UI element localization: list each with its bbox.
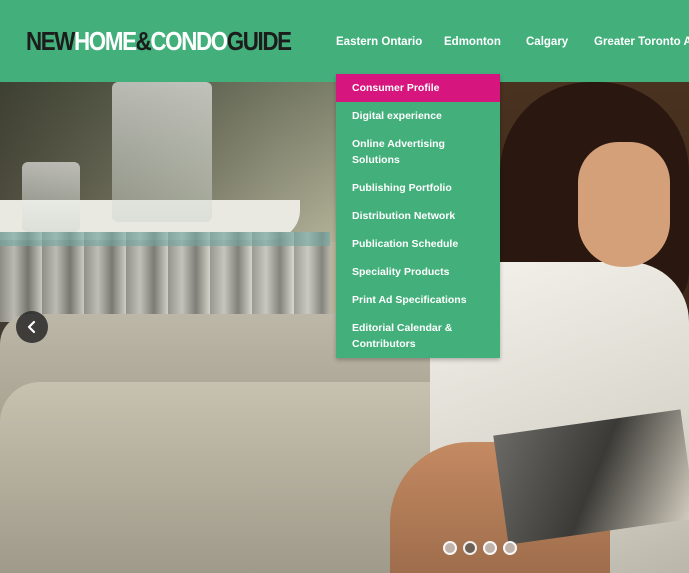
site-header: NEWHOME&CONDOGUIDE Eastern Ontario Edmon… (0, 0, 689, 82)
slider-prev-button[interactable] (16, 311, 48, 343)
dropdown-item-online-advertising[interactable]: Online Advertising Solutions (336, 136, 500, 168)
hero-table-top (0, 232, 330, 246)
hero-glass (22, 162, 80, 232)
dropdown-item-speciality-products[interactable]: Speciality Products (336, 264, 500, 284)
nav-item-calgary[interactable]: Calgary (526, 35, 568, 49)
dropdown-item-publication-schedule[interactable]: Publication Schedule (336, 236, 500, 256)
slider-dots (443, 541, 517, 555)
dropdown-item-publishing-portfolio[interactable]: Publishing Portfolio (336, 180, 500, 200)
dropdown-item-digital-experience[interactable]: Digital experience (336, 108, 500, 128)
slider-dot-1[interactable] (443, 541, 457, 555)
dropdown-item-consumer-profile[interactable]: Consumer Profile (336, 74, 500, 102)
hero-pitcher (112, 82, 212, 222)
main-nav: Eastern Ontario Edmonton Calgary Greater… (0, 35, 689, 51)
dropdown-item-editorial-calendar[interactable]: Editorial Calendar & Contributors (336, 320, 500, 352)
nav-item-eastern-ontario[interactable]: Eastern Ontario (336, 35, 422, 49)
chevron-left-icon (27, 320, 36, 334)
nav-dropdown-menu: Consumer Profile Digital experience Onli… (336, 74, 500, 358)
dropdown-item-print-ad-specs[interactable]: Print Ad Specifications (336, 292, 500, 312)
nav-item-edmonton[interactable]: Edmonton (444, 35, 501, 49)
slider-dot-3[interactable] (483, 541, 497, 555)
slider-dot-2[interactable] (463, 541, 477, 555)
slider-dot-4[interactable] (503, 541, 517, 555)
nav-item-greater-toronto[interactable]: Greater Toronto Are (594, 35, 689, 49)
dropdown-item-distribution-network[interactable]: Distribution Network (336, 208, 500, 228)
hero-person-face (578, 142, 670, 267)
